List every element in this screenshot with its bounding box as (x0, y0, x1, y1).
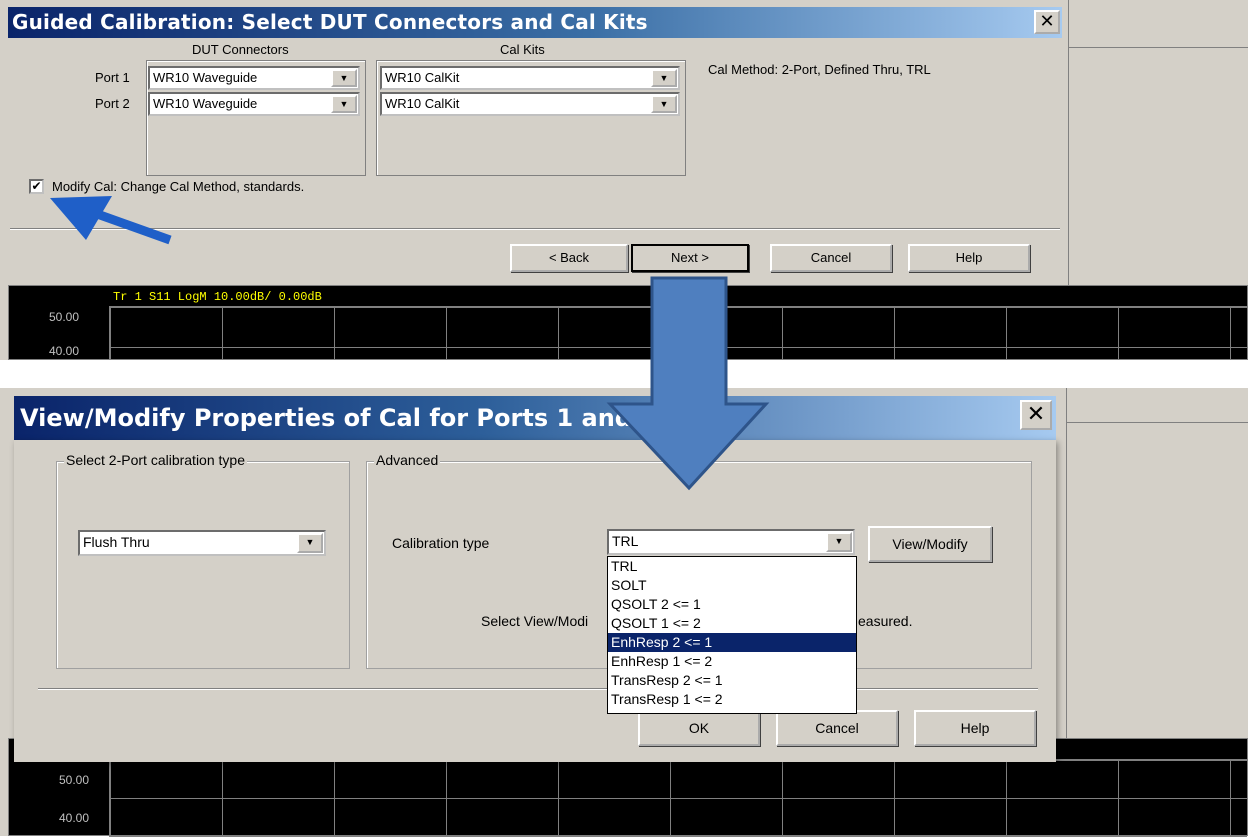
hint-text-right: easured. (858, 613, 913, 629)
trace-window-top: Tr 1 S11 LogM 10.00dB/ 0.00dB 50.00 40.0… (8, 285, 1248, 360)
view-modify-title: View/Modify Properties of Cal for Ports … (20, 404, 658, 432)
guided-close-button[interactable]: ✕ (1034, 10, 1060, 34)
dropdown-arrow-icon[interactable]: ▼ (331, 95, 357, 113)
cal-kits-header: Cal Kits (500, 42, 545, 57)
thru-type-select[interactable]: Flush Thru ▼ (78, 530, 326, 556)
dialog-separator (10, 228, 1060, 230)
trace-label: Tr 1 S11 LogM 10.00dB/ 0.00dB (113, 290, 322, 304)
calibration-type-value: TRL (612, 533, 639, 549)
advanced-group-label: Advanced (374, 452, 441, 468)
dropdown-arrow-icon[interactable]: ▼ (331, 69, 357, 87)
dropdown-option-highlighted[interactable]: EnhResp 2 <= 1 (608, 633, 856, 652)
dropdown-option[interactable]: TRL (608, 557, 856, 576)
calibration-type-group (56, 461, 350, 669)
hint-text-left: Select View/Modi (481, 613, 589, 629)
y-tick-label: 50.00 (59, 773, 90, 787)
help-button[interactable]: Help (914, 710, 1036, 746)
dialog-separator (38, 688, 1038, 690)
close-icon: ✕ (1026, 402, 1046, 427)
y-tick-label: 50.00 (49, 310, 80, 324)
dropdown-option[interactable]: TransResp 2 <= 1 (608, 671, 856, 690)
calibration-type-select[interactable]: TRL ▼ (607, 529, 855, 555)
modify-cal-label: Modify Cal: Change Cal Method, standards… (52, 179, 305, 194)
dropdown-option[interactable]: SOLT (608, 576, 856, 595)
y-tick-label: 40.00 (49, 344, 80, 358)
checkmark-icon: ✔ (31, 179, 42, 193)
port-1-calkit-select[interactable]: WR10 CalKit ▼ (380, 66, 680, 90)
dropdown-arrow-icon[interactable]: ▼ (297, 533, 323, 553)
dropdown-arrow-icon[interactable]: ▼ (651, 95, 677, 113)
guided-calibration-title: Guided Calibration: Select DUT Connector… (12, 10, 648, 34)
trace-grid (109, 759, 1247, 837)
background-window-area (1068, 0, 1248, 285)
dropdown-option[interactable]: TransResp 1 <= 2 (608, 690, 856, 709)
y-tick-label: 40.00 (59, 811, 90, 825)
next-button[interactable]: Next > (631, 244, 749, 272)
thru-type-value: Flush Thru (83, 534, 150, 550)
back-button[interactable]: < Back (510, 244, 628, 272)
cancel-button[interactable]: Cancel (776, 710, 898, 746)
port-2-connector-select[interactable]: WR10 Waveguide ▼ (148, 92, 360, 116)
dut-connectors-header: DUT Connectors (192, 42, 289, 57)
port-2-connector-value: WR10 Waveguide (153, 96, 258, 111)
dropdown-option[interactable]: QSOLT 2 <= 1 (608, 595, 856, 614)
background-window-area (1066, 388, 1248, 738)
dropdown-arrow-icon[interactable]: ▼ (826, 532, 852, 552)
port-1-calkit-value: WR10 CalKit (385, 70, 460, 85)
trace-grid (109, 306, 1247, 360)
modify-cal-checkbox[interactable]: ✔ (29, 179, 44, 194)
dropdown-arrow-icon[interactable]: ▼ (651, 69, 677, 87)
port-1-connector-select[interactable]: WR10 Waveguide ▼ (148, 66, 360, 90)
dropdown-option[interactable]: QSOLT 1 <= 2 (608, 614, 856, 633)
port-2-label: Port 2 (95, 96, 130, 111)
port-1-connector-value: WR10 Waveguide (153, 70, 258, 85)
dropdown-option[interactable]: EnhResp 1 <= 2 (608, 652, 856, 671)
ok-button[interactable]: OK (638, 710, 760, 746)
guided-calibration-titlebar: Guided Calibration: Select DUT Connector… (8, 7, 1062, 38)
calibration-type-dropdown-list[interactable]: TRL SOLT QSOLT 2 <= 1 QSOLT 1 <= 2 EnhRe… (607, 556, 857, 714)
cal-method-text: Cal Method: 2-Port, Defined Thru, TRL (708, 62, 931, 77)
calibration-type-group-label: Select 2-Port calibration type (64, 452, 247, 468)
port-2-calkit-value: WR10 CalKit (385, 96, 460, 111)
calibration-type-label: Calibration type (392, 535, 490, 551)
cancel-button[interactable]: Cancel (770, 244, 892, 272)
close-icon: ✕ (1039, 11, 1055, 32)
help-button[interactable]: Help (908, 244, 1030, 272)
port-1-label: Port 1 (95, 70, 130, 85)
view-modify-button[interactable]: View/Modify (868, 526, 992, 562)
view-modify-close-button[interactable]: ✕ (1020, 400, 1052, 430)
port-2-calkit-select[interactable]: WR10 CalKit ▼ (380, 92, 680, 116)
view-modify-titlebar: View/Modify Properties of Cal for Ports … (14, 396, 1056, 440)
